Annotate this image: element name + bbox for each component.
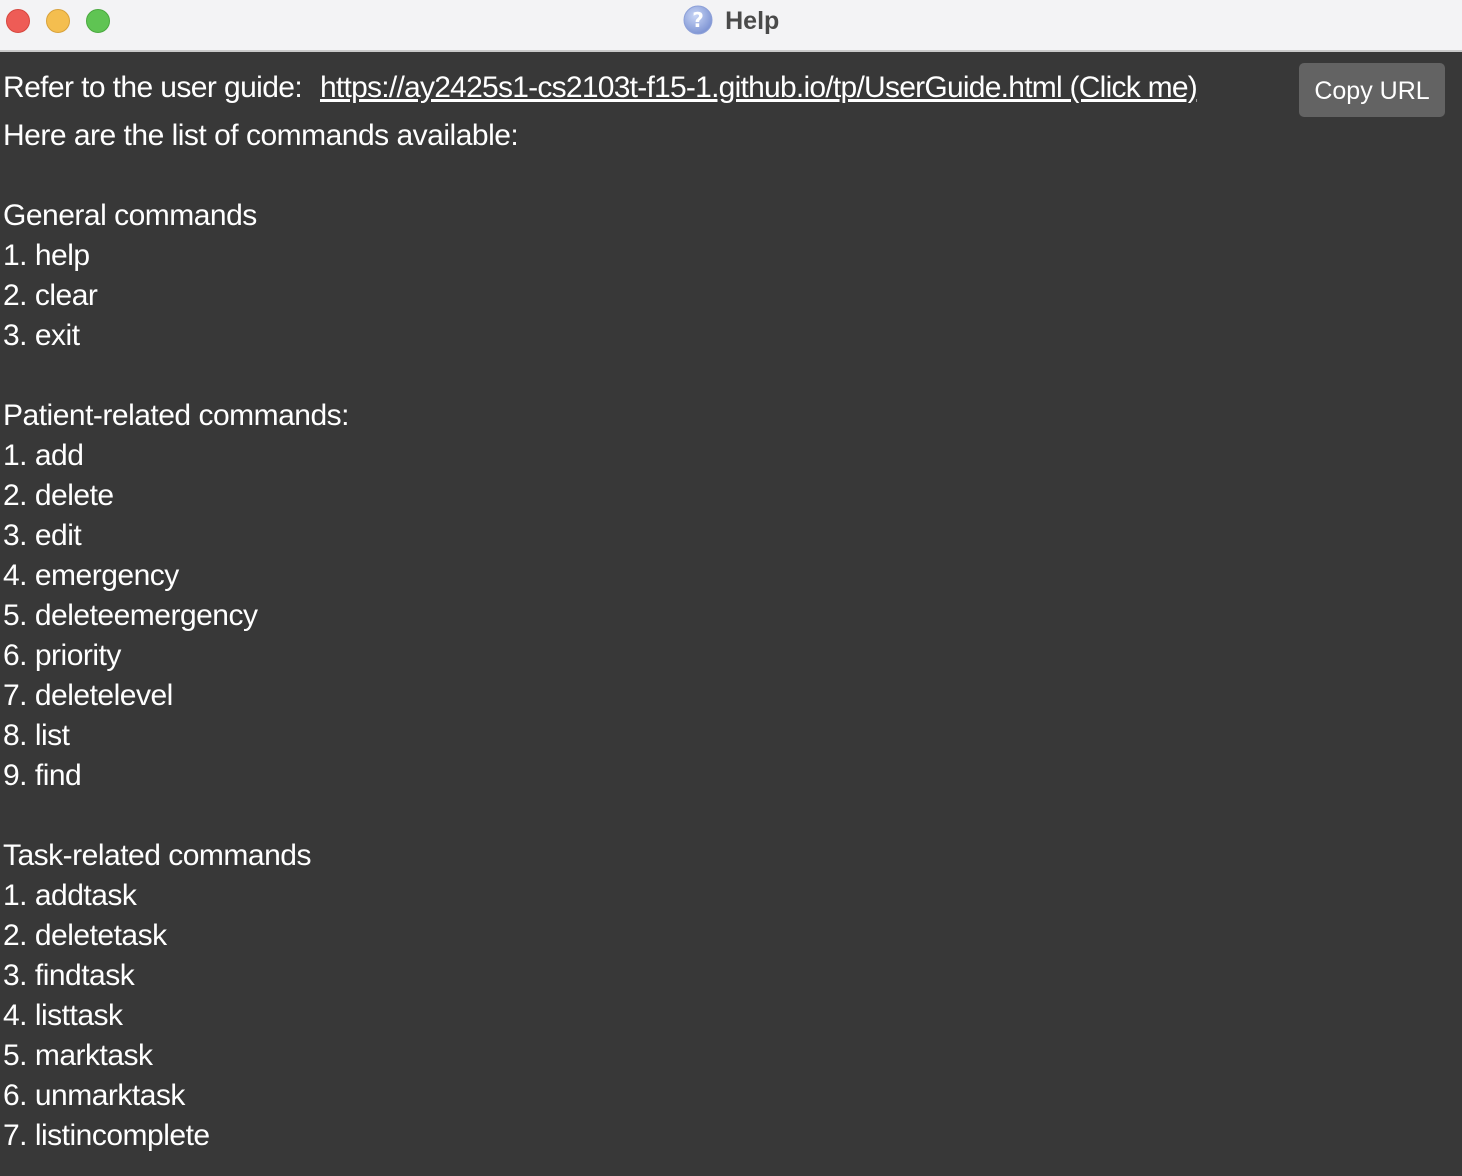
task-command-item: 1. addtask <box>3 879 137 912</box>
window-title-group: ? Help <box>0 5 1462 37</box>
patient-command-item: 8. list <box>3 719 70 752</box>
patient-command-item: 9. find <box>3 759 82 792</box>
patient-command-item: 7. deletelevel <box>3 679 173 712</box>
title-bar: ? Help <box>0 0 1462 52</box>
task-command-item: 3. findtask <box>3 959 135 992</box>
task-command-item: 5. marktask <box>3 1039 153 1072</box>
patient-commands-heading: Patient-related commands: <box>3 399 350 432</box>
window-title: Help <box>725 7 780 35</box>
general-command-item: 3. exit <box>3 319 80 352</box>
help-window: ? Help Refer to the user guide: https://… <box>0 0 1462 1176</box>
patient-command-item: 2. delete <box>3 479 114 512</box>
patient-command-item: 3. edit <box>3 519 82 552</box>
general-command-item: 1. help <box>3 239 90 272</box>
patient-command-item: 5. deleteemergency <box>3 599 258 632</box>
general-commands-heading: General commands <box>3 199 257 232</box>
task-command-item: 4. listtask <box>3 999 123 1032</box>
patient-command-item: 6. priority <box>3 639 121 672</box>
task-command-item: 6. unmarktask <box>3 1079 185 1112</box>
task-command-item: 2. deletetask <box>3 919 167 952</box>
commands-intro: Here are the list of commands available: <box>3 119 519 152</box>
general-command-item: 2. clear <box>3 279 98 312</box>
svg-text:?: ? <box>692 8 704 32</box>
user-guide-link[interactable]: https://ay2425s1-cs2103t-f15-1.github.io… <box>320 71 1198 105</box>
copy-url-button[interactable]: Copy URL <box>1299 63 1445 117</box>
task-command-item: 7. listincomplete <box>3 1119 210 1152</box>
help-question-icon: ? <box>683 5 713 35</box>
task-commands-heading: Task-related commands <box>3 839 311 872</box>
patient-command-item: 1. add <box>3 439 84 472</box>
patient-command-item: 4. emergency <box>3 559 179 592</box>
user-guide-label: Refer to the user guide: <box>3 71 303 104</box>
user-guide-row: Refer to the user guide: https://ay2425s… <box>3 63 1462 117</box>
